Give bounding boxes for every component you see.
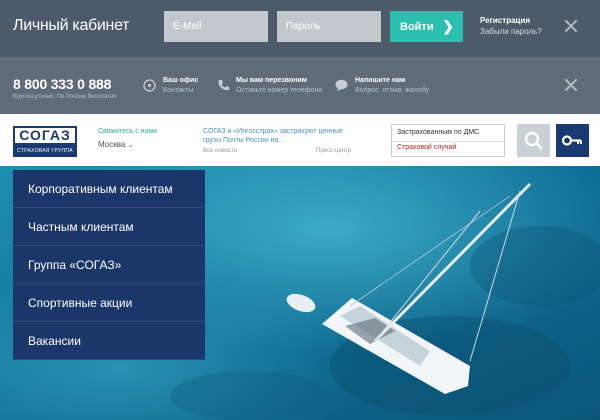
chat-icon: [335, 79, 348, 92]
menu-item-group[interactable]: Группа «СОГАЗ»: [13, 246, 205, 284]
city-selector[interactable]: Москва ⌄: [98, 140, 133, 149]
logo[interactable]: СОГАЗ СТРАХОВАЯ ГРУППА: [13, 126, 77, 157]
menu-item-vacancies[interactable]: Вакансии: [13, 322, 205, 360]
write-subtitle: Вопрос, отзыв, жалобу: [355, 87, 430, 94]
menu-item-corporate[interactable]: Корпоративным клиентам: [13, 170, 205, 208]
close-contact-icon[interactable]: [564, 78, 578, 92]
search-button[interactable]: [517, 124, 550, 157]
news-headline[interactable]: СОГАЗ и «Ингосстрах» застрахуют ценные г…: [203, 127, 358, 145]
phone-subtitle: Круглосуточно. По России бесплатно: [13, 94, 117, 100]
insured-option[interactable]: Застрахованным по ДМС: [397, 129, 479, 136]
search-icon: [524, 131, 543, 150]
login-bar: Личный кабинет Войти ❯ Регистрация Забыл…: [0, 0, 600, 57]
logo-text: СОГАЗ: [13, 126, 77, 145]
login-key-button[interactable]: [556, 124, 589, 157]
city-label: Москва: [98, 140, 126, 149]
chevron-down-icon: ⌄: [127, 142, 134, 149]
login-button[interactable]: Войти ❯: [390, 11, 463, 42]
forgot-password-link[interactable]: Забыли пароль?: [480, 27, 542, 36]
menu-item-sport[interactable]: Спортивные акции: [13, 284, 205, 322]
key-icon: [561, 135, 582, 146]
phone-icon: [218, 80, 229, 91]
main-menu: Корпоративным клиентам Частным клиентам …: [13, 170, 205, 360]
insured-dropdown[interactable]: Застрахованным по ДМС Страховой случай: [391, 124, 505, 157]
email-field[interactable]: [164, 11, 268, 42]
office-subtitle: Контакты: [163, 87, 194, 94]
contact-bar: 8 800 333 0 888 Круглосуточно. По России…: [0, 57, 600, 114]
login-button-label: Войти: [400, 20, 434, 33]
phone-number[interactable]: 8 800 333 0 888: [13, 76, 111, 92]
insurance-case-link[interactable]: Страховой случай: [397, 144, 456, 151]
chevron-right-icon: ❯: [442, 18, 454, 34]
divider: [392, 141, 504, 142]
password-field[interactable]: [277, 11, 381, 42]
office-title[interactable]: Ваш офис: [163, 77, 198, 84]
login-title: Личный кабинет: [13, 17, 130, 34]
press-center-link[interactable]: Пресс-центр: [316, 148, 351, 154]
menu-item-private[interactable]: Частным клиентам: [13, 208, 205, 246]
callback-title[interactable]: Мы вам перезвоним: [236, 77, 307, 84]
register-link[interactable]: Регистрация: [480, 16, 530, 25]
all-news-link[interactable]: Все новости: [203, 148, 237, 154]
location-icon: [143, 79, 156, 92]
close-login-icon[interactable]: [564, 19, 578, 33]
callback-subtitle: Оставьте номер телефона: [236, 87, 323, 94]
contact-us-link[interactable]: Свяжитесь с нами: [98, 128, 157, 135]
logo-subtitle: СТРАХОВАЯ ГРУППА: [13, 145, 77, 157]
write-title[interactable]: Напишите нам: [355, 77, 405, 84]
